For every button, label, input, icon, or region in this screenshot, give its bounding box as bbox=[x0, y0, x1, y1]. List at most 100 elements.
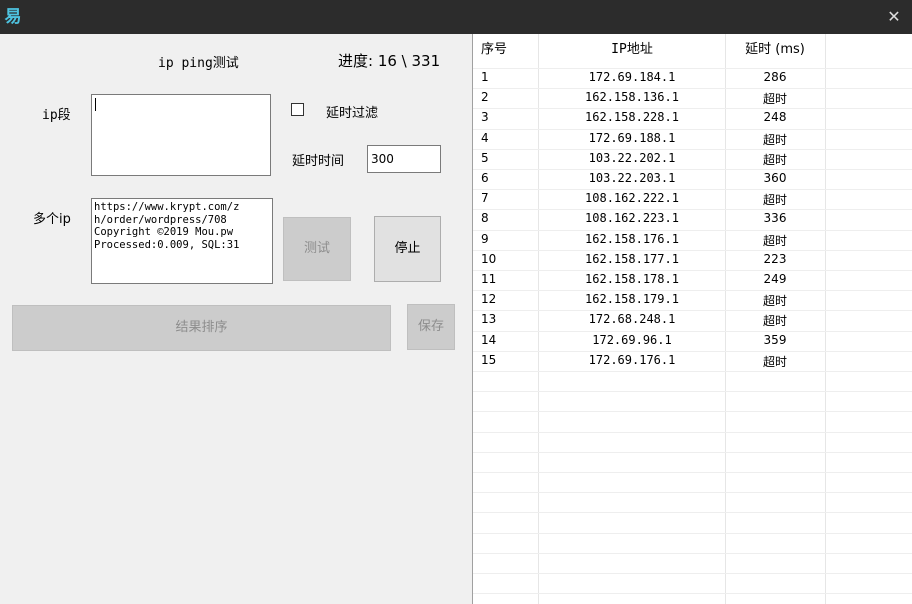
progress-text: 进度: 16 \ 331 bbox=[338, 52, 441, 70]
cell-index: 2 bbox=[481, 90, 489, 105]
cell-index: 1 bbox=[481, 70, 489, 84]
cell-delay: 超时 bbox=[762, 294, 787, 309]
row-gridline bbox=[473, 128, 912, 130]
multi-ip-line: Processed:0.009, SQL:31 bbox=[94, 238, 240, 251]
cell-delay: 223 bbox=[763, 251, 787, 266]
cell-index: 15 bbox=[481, 352, 497, 367]
multi-ip-input[interactable]: https://www.krypt.com/z h/order/wordpres… bbox=[91, 198, 273, 284]
cell-ip: 162.158.178.1 bbox=[585, 272, 679, 286]
row-gridline bbox=[473, 68, 912, 69]
cell-index: 12 bbox=[481, 292, 497, 307]
cell-index: 13 bbox=[481, 312, 497, 327]
cell-delay: 359 bbox=[763, 332, 787, 347]
multi-ip-line: https://www.krypt.com/z bbox=[94, 201, 240, 213]
cell-index: 4 bbox=[481, 130, 489, 145]
row-gridline bbox=[473, 209, 912, 211]
cell-index: 3 bbox=[481, 110, 489, 125]
delay-time-label: 延时时间 bbox=[292, 154, 345, 169]
cell-index: 10 bbox=[481, 251, 497, 266]
cell-ip: 162.158.136.1 bbox=[585, 90, 679, 105]
cell-ip: 172.69.188.1 bbox=[588, 130, 676, 145]
ip-segment-label: ip段 bbox=[42, 108, 71, 123]
cell-ip: 103.22.203.1 bbox=[588, 171, 676, 185]
title-bar: 易 ✕ bbox=[0, 0, 912, 34]
row-gridline bbox=[473, 148, 912, 150]
row-gridline bbox=[473, 270, 912, 271]
delay-filter-checkbox[interactable] bbox=[291, 103, 304, 116]
row-gridline bbox=[473, 229, 912, 231]
row-gridline bbox=[473, 371, 912, 372]
cell-ip: 103.22.202.1 bbox=[588, 150, 676, 165]
cell-delay: 超时 bbox=[762, 132, 787, 147]
cell-index: 8 bbox=[481, 211, 489, 226]
cell-delay: 超时 bbox=[762, 92, 787, 107]
ip-segment-input[interactable] bbox=[91, 94, 271, 176]
cell-index: 7 bbox=[481, 191, 489, 206]
header-ip[interactable]: IP地址 bbox=[539, 38, 725, 57]
close-button[interactable]: ✕ bbox=[876, 0, 912, 34]
row-gridline bbox=[473, 249, 912, 251]
row-gridline bbox=[473, 492, 912, 494]
cell-index: 9 bbox=[481, 231, 489, 246]
row-gridline bbox=[473, 391, 912, 393]
row-gridline bbox=[473, 108, 912, 110]
cell-index: 6 bbox=[481, 171, 489, 185]
test-button[interactable]: 测试 bbox=[283, 217, 351, 281]
multi-ip-label: 多个ip bbox=[33, 212, 71, 227]
cell-delay: 超时 bbox=[762, 233, 787, 248]
delay-time-input[interactable]: 300 bbox=[367, 145, 441, 173]
row-gridline bbox=[473, 330, 912, 332]
app-icon: 易 bbox=[4, 7, 22, 27]
cell-index: 5 bbox=[481, 150, 489, 165]
row-gridline bbox=[473, 310, 912, 312]
results-table[interactable]: 序号 IP地址 延时 (ms) 1 172.69.184.1 286 2 162.158… bbox=[472, 34, 912, 604]
cell-delay: 286 bbox=[763, 70, 787, 84]
save-button[interactable]: 保存 bbox=[407, 304, 455, 350]
header-delay[interactable]: 延时 (ms) bbox=[725, 38, 825, 57]
column-divider bbox=[825, 34, 826, 604]
cell-delay: 超时 bbox=[762, 193, 787, 208]
cell-ip: 172.69.96.1 bbox=[592, 332, 672, 347]
cell-ip: 172.69.184.1 bbox=[588, 70, 676, 84]
cell-ip: 108.162.223.1 bbox=[585, 211, 679, 226]
cell-ip: 162.158.179.1 bbox=[585, 292, 679, 307]
delay-time-value: 300 bbox=[371, 152, 394, 166]
row-gridline bbox=[473, 451, 912, 453]
row-gridline bbox=[473, 411, 912, 413]
row-gridline bbox=[473, 189, 912, 191]
sort-results-button[interactable]: 结果排序 bbox=[12, 305, 391, 351]
multi-ip-line: h/order/wordpress/708 bbox=[94, 213, 227, 226]
cell-ip: 162.158.228.1 bbox=[585, 110, 679, 125]
row-gridline bbox=[473, 290, 912, 292]
cell-delay: 超时 bbox=[762, 152, 787, 167]
cell-index: 11 bbox=[481, 272, 497, 286]
cell-index: 14 bbox=[481, 332, 497, 347]
cell-delay: 249 bbox=[763, 272, 787, 286]
ping-test-title: ip ping测试 bbox=[158, 56, 239, 71]
header-index[interactable]: 序号 bbox=[481, 38, 507, 57]
cell-ip: 162.158.177.1 bbox=[585, 251, 679, 266]
cell-ip: 162.158.176.1 bbox=[585, 231, 679, 246]
control-panel: ip ping测试 进度: 16 \ 331 ip段 延时过滤 延时时间 300… bbox=[0, 34, 472, 604]
row-gridline bbox=[473, 532, 912, 534]
cell-ip: 108.162.222.1 bbox=[585, 191, 679, 206]
row-gridline bbox=[473, 593, 912, 595]
cell-ip: 172.68.248.1 bbox=[588, 312, 676, 327]
multi-ip-line: Copyright ©2019 Mou.pw bbox=[94, 226, 234, 238]
row-gridline bbox=[473, 573, 912, 574]
delay-filter-label: 延时过滤 bbox=[326, 106, 379, 121]
cell-delay: 360 bbox=[763, 171, 787, 185]
row-gridline bbox=[473, 350, 912, 352]
cell-ip: 172.69.176.1 bbox=[588, 352, 676, 367]
stop-button[interactable]: 停止 bbox=[374, 216, 441, 282]
cell-delay: 336 bbox=[763, 211, 787, 226]
row-gridline bbox=[473, 431, 912, 433]
row-gridline bbox=[473, 472, 912, 473]
row-gridline bbox=[473, 88, 912, 90]
row-gridline bbox=[473, 512, 912, 514]
row-gridline bbox=[473, 552, 912, 554]
text-caret bbox=[95, 98, 96, 111]
row-gridline bbox=[473, 169, 912, 170]
cell-delay: 超时 bbox=[762, 354, 787, 369]
cell-delay: 超时 bbox=[762, 314, 787, 329]
